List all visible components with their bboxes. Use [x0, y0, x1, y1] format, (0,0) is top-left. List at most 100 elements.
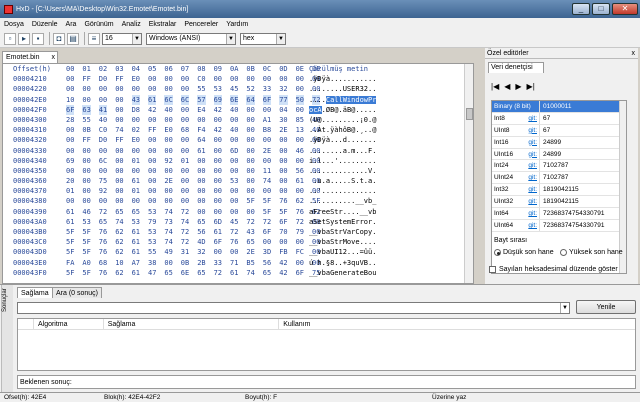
hex-byte[interactable]: 00 — [181, 74, 189, 84]
hex-byte[interactable]: 61 — [132, 268, 140, 278]
hex-byte[interactable]: 00 — [197, 207, 205, 217]
hex-byte[interactable]: 52 — [246, 84, 254, 94]
hex-numbers-checkbox[interactable]: Sayıları heksadesimal düzende göster — [489, 266, 618, 273]
hex-byte[interactable]: 6E — [230, 94, 239, 105]
hex-byte[interactable]: 61 — [296, 176, 304, 186]
hex-row[interactable]: 00004360 20 00 75 00 61 00 2E 00 00 00 53 00 74 00 61 00… — [3, 176, 473, 186]
hex-byte[interactable]: 00 — [181, 166, 189, 176]
hex-byte[interactable]: 42 — [279, 258, 287, 268]
hex-byte[interactable]: 63 — [82, 104, 91, 115]
hex-byte[interactable]: 73 — [164, 217, 172, 227]
hex-byte[interactable]: 01 — [132, 186, 140, 196]
hex-byte[interactable]: 5F — [82, 237, 90, 247]
hex-byte[interactable]: E0 — [164, 125, 172, 135]
hex-byte[interactable]: 00 — [115, 166, 123, 176]
hex-byte[interactable]: 00 — [148, 196, 156, 206]
hex-byte[interactable]: 74 — [164, 237, 172, 247]
hex-byte[interactable]: 6F — [262, 94, 272, 105]
hex-byte[interactable]: 42 — [214, 105, 222, 115]
hex-byte[interactable]: B8 — [263, 125, 271, 135]
hex-row[interactable]: 000042E0 10 00 00 00 43 61 6C 6C 57 69 6E 64 6F 77 50 72… — [3, 94, 473, 105]
hex-byte[interactable]: 57 — [197, 94, 206, 105]
goto-link[interactable]: git: — [528, 220, 537, 231]
hex-byte[interactable]: 00 — [181, 105, 189, 115]
decoded-text[interactable]: (U@.........¡0.@ — [309, 115, 376, 125]
hex-byte[interactable]: 00 — [214, 135, 222, 145]
tab-search-results[interactable]: Ara (0 sonuç) — [52, 287, 103, 298]
goto-link[interactable]: git: — [528, 184, 537, 195]
hex-row[interactable]: 00004340 69 00 6C 00 01 00 92 01 00 00 00 00 00 00 00 00… — [3, 156, 473, 166]
hex-byte[interactable]: 00 — [82, 156, 90, 166]
hex-byte[interactable]: 92 — [99, 186, 107, 196]
expected-result-field[interactable]: Beklenen sonuç: — [17, 375, 636, 389]
hex-byte[interactable]: 74 — [181, 217, 189, 227]
hex-byte[interactable]: 00 — [230, 135, 238, 145]
inspector-row[interactable]: UInt64 git: 72368374754330791 — [492, 219, 626, 232]
hex-byte[interactable]: 00 — [99, 84, 107, 94]
hex-byte[interactable]: 01 — [181, 156, 189, 166]
hex-byte[interactable]: C0 — [99, 125, 107, 135]
hex-byte[interactable]: 0B — [82, 125, 90, 135]
hex-byte[interactable]: 00 — [181, 146, 189, 156]
hex-byte[interactable]: 62 — [115, 268, 123, 278]
hex-row[interactable]: 000043A0 61 53 65 74 53 79 73 74 65 6D 45 72 72 6F 72 00… — [3, 217, 473, 227]
hex-byte[interactable]: 6F — [214, 237, 222, 247]
hex-row[interactable]: 00004350 00 00 00 00 00 00 00 00 00 00 00 00 11 00 56 00… — [3, 166, 473, 176]
hex-byte[interactable]: 61 — [148, 94, 157, 105]
hex-byte[interactable]: 61 — [197, 146, 205, 156]
hex-byte[interactable]: 62 — [296, 196, 304, 206]
hex-byte[interactable]: 65 — [263, 268, 271, 278]
hex-byte[interactable]: 00 — [181, 84, 189, 94]
hex-byte[interactable]: 00 — [197, 176, 205, 186]
prev-icon[interactable]: ◀ — [504, 82, 510, 91]
hex-byte[interactable]: 00 — [115, 176, 123, 186]
hex-byte[interactable]: 72 — [181, 237, 189, 247]
menu-ara[interactable]: Ara — [66, 21, 77, 28]
hex-byte[interactable]: 65 — [246, 237, 254, 247]
hex-byte[interactable]: 00 — [99, 166, 107, 176]
hex-byte[interactable]: 00 — [197, 166, 205, 176]
decoded-text[interactable]: ....CallWindowPr — [309, 95, 377, 105]
decoded-text[interactable]: ..'............. — [309, 186, 376, 196]
hex-byte[interactable]: 00 — [263, 105, 271, 115]
bytes-per-row-select[interactable]: 16 ▼ — [102, 32, 142, 45]
hex-row[interactable]: 00004370 01 00 92 00 01 00 00 00 00 00 00 00 00 00 00 00… — [3, 186, 473, 196]
hex-byte[interactable]: 02 — [132, 125, 140, 135]
results-side-label[interactable]: Sonuçlar — [1, 285, 13, 393]
hex-byte[interactable]: 00 — [115, 146, 123, 156]
goto-link[interactable]: git: — [528, 160, 537, 171]
hex-byte[interactable]: 53 — [148, 207, 156, 217]
hex-byte[interactable]: 00 — [230, 74, 238, 84]
hex-byte[interactable]: 76 — [230, 237, 238, 247]
big-endian-radio[interactable]: Yüksek son hane — [560, 249, 623, 256]
hex-byte[interactable]: 38 — [148, 258, 156, 268]
hex-byte[interactable]: 00 — [246, 166, 254, 176]
hex-byte[interactable]: 00 — [132, 196, 140, 206]
hex-byte[interactable]: 61 — [230, 268, 238, 278]
hex-byte[interactable]: 55 — [197, 84, 205, 94]
hex-scrollbar[interactable] — [464, 64, 473, 283]
hex-byte[interactable]: 65 — [115, 207, 123, 217]
column-usage[interactable]: Kullanım — [279, 319, 635, 329]
hex-byte[interactable]: 40 — [230, 125, 238, 135]
hex-byte[interactable]: 00 — [181, 196, 189, 206]
hex-byte[interactable]: 53 — [148, 237, 156, 247]
hex-byte[interactable]: 33 — [263, 84, 271, 94]
menu-yardim[interactable]: Yardım — [226, 21, 248, 28]
hex-byte[interactable]: 32 — [197, 247, 205, 257]
hex-byte[interactable]: 74 — [246, 268, 254, 278]
hex-byte[interactable]: 00 — [82, 146, 90, 156]
hex-byte[interactable]: 00 — [296, 135, 304, 145]
hex-byte[interactable]: 53 — [214, 84, 222, 94]
hex-byte[interactable]: 00 — [115, 156, 123, 166]
hex-byte[interactable]: 00 — [82, 166, 90, 176]
hex-byte[interactable]: 00 — [99, 196, 107, 206]
hex-row[interactable]: 00004310 00 0B C0 74 02 FF E0 68 F4 42 40 00 B8 2E 13 40… — [3, 125, 473, 135]
hex-byte[interactable]: 6C — [180, 94, 190, 105]
next-icon[interactable]: ▶ — [515, 82, 521, 91]
hex-byte[interactable]: 76 — [99, 227, 107, 237]
hex-byte[interactable]: 00 — [115, 115, 123, 125]
decoded-text[interactable]: .ÿÐÿà........... — [309, 74, 376, 84]
hex-byte[interactable]: 00 — [279, 186, 287, 196]
hex-byte[interactable]: 40 — [99, 115, 107, 125]
